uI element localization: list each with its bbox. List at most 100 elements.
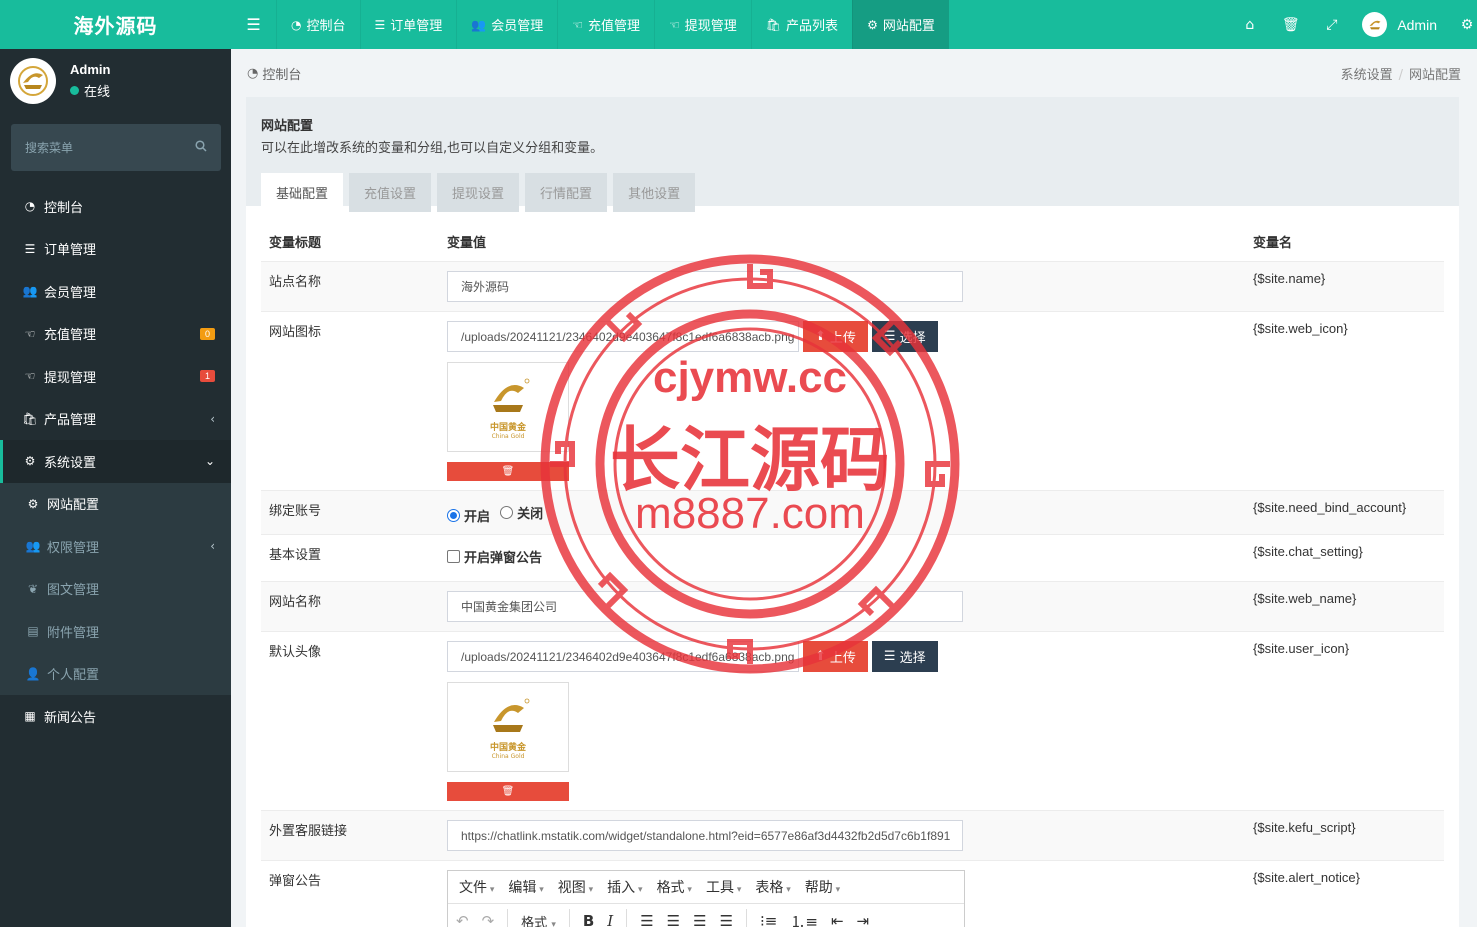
breadcrumb-system[interactable]: 系统设置 — [1341, 68, 1393, 83]
outdent-icon[interactable]: ⇤ — [831, 912, 844, 927]
online-status: 在线 — [70, 81, 110, 100]
delete-image-button[interactable]: 🗑 — [447, 462, 569, 481]
topnav-withdraw[interactable]: ☜ 提现管理 — [654, 0, 751, 49]
menu-search-input[interactable]: 搜索菜单 — [11, 124, 221, 171]
align-right-icon[interactable]: ☰ — [693, 912, 706, 927]
sidebar-item-news[interactable]: ▦ 新闻公告 — [0, 695, 231, 738]
sidebar-toggle-icon[interactable]: ☰ — [231, 0, 276, 49]
editor-menu-insert[interactable]: 插入 — [600, 877, 649, 897]
italic-icon[interactable]: I — [607, 912, 613, 927]
topnav-user-menu[interactable]: Admin — [1362, 12, 1437, 37]
row-title: 外置客服链接 — [269, 824, 348, 839]
checkbox-icon — [447, 550, 460, 563]
tab-recharge[interactable]: 充值设置 — [349, 173, 432, 212]
select-button[interactable]: ☰ 选择 — [871, 321, 938, 352]
dashboard-icon: ◔ — [24, 199, 36, 214]
user-icon-preview: 中国黄金 China Gold — [447, 682, 569, 772]
bind-account-on-radio[interactable]: 开启 — [447, 506, 490, 525]
row-var: {$site.alert_notice} — [1253, 870, 1360, 885]
bullet-list-icon[interactable]: ⁝≡ — [760, 912, 777, 927]
hand-icon: ☜ — [572, 17, 584, 32]
editor-menu-format[interactable]: 格式 — [650, 877, 699, 897]
cogs-icon: ⚙ — [24, 454, 36, 469]
format-select[interactable]: 格式 ▾ — [521, 912, 556, 927]
config-tabs: 基础配置 充值设置 提现设置 行情配置 其他设置 — [261, 173, 1444, 212]
upload-icon: ⬆ — [815, 329, 826, 344]
editor-menu-tools[interactable]: 工具 — [699, 877, 748, 897]
user-icon-input[interactable]: /uploads/20241121/2346402d9e403647f8c1ed… — [447, 641, 799, 672]
select-button[interactable]: ☰ 选择 — [871, 641, 938, 672]
sidebar-item-dashboard[interactable]: ◔ 控制台 — [0, 185, 231, 228]
upload-button[interactable]: ⬆ 上传 — [803, 321, 868, 352]
config-table: 变量标题 变量值 变量名 站点名称 海外源码 {$site.name} 网站图标… — [261, 221, 1444, 927]
topnav-orders[interactable]: ☰ 订单管理 — [359, 0, 457, 49]
settings-icon[interactable]: ⚙ — [1457, 17, 1477, 33]
topnav-recharge[interactable]: ☜ 充值管理 — [557, 0, 654, 49]
bind-account-off-radio[interactable]: 关闭 — [500, 503, 543, 522]
top-navbar: ☰ ◔ 控制台 ☰ 订单管理 👥 会员管理 ☜ 充值管理 ☜ 提现管理 🛍 产品列表 ⚙ 网站… — [231, 0, 1477, 49]
logo-caption: 中国黄金 — [489, 423, 526, 433]
header-var: 变量名 — [1253, 235, 1293, 251]
trash-icon[interactable]: 🗑 — [1270, 17, 1311, 33]
tab-other[interactable]: 其他设置 — [613, 173, 696, 212]
alert-notice-checkbox[interactable]: 开启弹窗公告 — [447, 547, 542, 566]
sidebar-item-withdraw[interactable]: ☜ 提现管理 1 — [0, 355, 231, 398]
delete-image-button[interactable]: 🗑 — [447, 782, 569, 801]
numbered-list-icon[interactable]: ⒈≡ — [790, 911, 818, 927]
sidebar-item-members[interactable]: 👥 会员管理 — [0, 270, 231, 313]
sidebar-item-articles[interactable]: ❦ 图文管理 — [0, 568, 231, 611]
sidebar: 海外源码 Admin 在线 搜索菜单 ◔ 控制台 ☰ 订单管理 👥 会员管理 ☜ 充值管… — [0, 0, 231, 927]
search-icon[interactable] — [195, 139, 207, 156]
sidebar-item-permissions[interactable]: 👥 权限管理 ‹ — [0, 525, 231, 568]
logo-caption: 中国黄金 — [489, 743, 526, 753]
avatar — [1362, 12, 1388, 37]
rich-text-editor[interactable]: 文件 编辑 视图 插入 格式 工具 表格 帮助 ↶ ↷ — [447, 870, 965, 927]
breadcrumb: ◔ 控制台 系统设置 / 网站配置 — [247, 64, 1461, 83]
upload-button[interactable]: ⬆ 上传 — [803, 641, 868, 672]
breadcrumb-current[interactable]: 控制台 — [262, 64, 301, 83]
editor-menu-help[interactable]: 帮助 — [798, 877, 847, 897]
editor-menu-table[interactable]: 表格 — [748, 877, 797, 897]
logo-caption-en: China Gold — [491, 433, 525, 440]
editor-menubar: 文件 编辑 视图 插入 格式 工具 表格 帮助 — [448, 871, 964, 904]
editor-menu-file[interactable]: 文件 — [452, 877, 501, 897]
topnav-site-config[interactable]: ⚙ 网站配置 — [852, 0, 949, 49]
table-row: 弹窗公告 文件 编辑 视图 插入 格式 工具 表格 帮助 — [261, 860, 1444, 927]
list-icon: ☰ — [374, 17, 386, 32]
home-icon[interactable]: ⌂ — [1229, 17, 1270, 33]
newspaper-icon: ▦ — [24, 709, 36, 724]
align-justify-icon[interactable]: ☰ — [720, 912, 733, 927]
web-name-input[interactable]: 中国黄金集团公司 — [447, 591, 963, 622]
undo-icon[interactable]: ↶ — [456, 912, 469, 927]
topnav-members[interactable]: 👥 会员管理 — [456, 0, 557, 49]
row-title: 弹窗公告 — [269, 874, 322, 889]
row-title: 绑定账号 — [269, 504, 322, 519]
list-icon: ☰ — [883, 329, 896, 344]
sidebar-item-products[interactable]: 🛍 产品管理 ‹ — [0, 398, 231, 441]
tab-basic[interactable]: 基础配置 — [261, 173, 344, 212]
sidebar-item-recharge[interactable]: ☜ 充值管理 0 — [0, 313, 231, 356]
sidebar-item-orders[interactable]: ☰ 订单管理 — [0, 228, 231, 271]
site-name-input[interactable]: 海外源码 — [447, 271, 963, 302]
bold-icon[interactable]: B — [583, 912, 594, 927]
topnav-products[interactable]: 🛍 产品列表 — [750, 0, 852, 49]
editor-menu-view[interactable]: 视图 — [551, 877, 600, 897]
topnav-dashboard[interactable]: ◔ 控制台 — [276, 0, 360, 49]
fullscreen-icon[interactable]: ⤢ — [1311, 17, 1352, 33]
sidebar-item-site-config[interactable]: ⚙ 网站配置 — [0, 483, 231, 526]
kefu-link-input[interactable]: https://chatlink.mstatik.com/widget/stan… — [447, 820, 963, 851]
redo-icon[interactable]: ↷ — [482, 912, 495, 927]
tab-withdraw[interactable]: 提现设置 — [437, 173, 520, 212]
sidebar-item-attachments[interactable]: ▤ 附件管理 — [0, 610, 231, 653]
editor-toolbar: ↶ ↷ 格式 ▾ B I ☰ ☰ ☰ ☰ ⁝≡ ⒈≡ ⇤ ⇥ — [448, 904, 964, 927]
web-icon-input[interactable]: /uploads/20241121/2346402d9e403647f8c1ed… — [447, 321, 799, 352]
align-left-icon[interactable]: ☰ — [640, 912, 653, 927]
editor-menu-edit[interactable]: 编辑 — [501, 877, 550, 897]
indent-icon[interactable]: ⇥ — [857, 912, 870, 927]
sidebar-item-system[interactable]: ⚙ 系统设置 ⌄ — [0, 440, 231, 483]
align-center-icon[interactable]: ☰ — [667, 912, 680, 927]
sidebar-item-profile[interactable]: 👤 个人配置 — [0, 653, 231, 696]
list-icon: ☰ — [24, 241, 36, 256]
tab-market[interactable]: 行情配置 — [525, 173, 608, 212]
app-logo[interactable]: 海外源码 — [0, 0, 231, 49]
